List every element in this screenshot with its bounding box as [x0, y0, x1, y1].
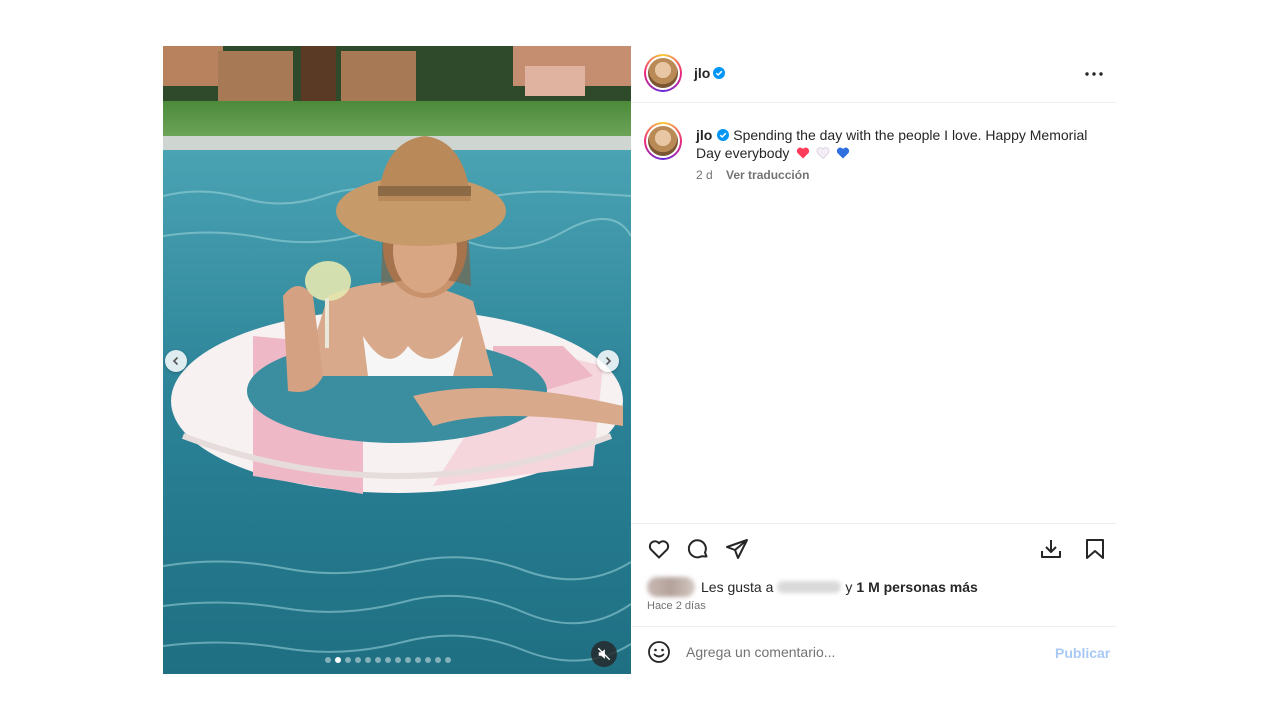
likes-prefix: Les gusta a — [701, 579, 774, 595]
caption-avatar[interactable] — [644, 122, 682, 160]
carousel-dot — [425, 657, 431, 663]
heart-white-icon — [816, 147, 830, 160]
share-icon — [726, 539, 748, 559]
profile-picture — [648, 126, 678, 156]
mute-toggle-button[interactable] — [591, 641, 617, 667]
carousel-dot — [345, 657, 351, 663]
post-age: 2 d — [696, 168, 713, 182]
carousel-indicator — [325, 657, 451, 663]
chevron-left-icon — [172, 356, 179, 366]
post-caption: jlo Spending the day with the people I l… — [696, 126, 1111, 162]
see-translation-link[interactable]: Ver traducción — [726, 168, 809, 182]
likes-summary[interactable]: Les gusta a y 1 M personas más — [647, 577, 978, 597]
divider — [631, 523, 1116, 524]
more-icon — [1085, 72, 1103, 76]
comment-composer: Publicar — [631, 626, 1116, 674]
carousel-dot — [415, 657, 421, 663]
heart-icon — [648, 540, 670, 559]
bookmark-icon — [1086, 539, 1104, 559]
post-header: jlo — [631, 46, 1116, 103]
verified-icon — [717, 129, 730, 141]
caption-text: Spending the day with the people I love.… — [696, 127, 1088, 161]
more-options-button[interactable] — [1083, 64, 1105, 84]
heart-red-icon — [797, 147, 810, 159]
caption-username[interactable]: jlo — [696, 127, 712, 143]
emoji-icon[interactable] — [647, 640, 671, 664]
comment-button[interactable] — [685, 536, 711, 562]
likes-conjunction: y — [845, 579, 853, 595]
carousel-dot — [355, 657, 361, 663]
carousel-dot — [375, 657, 381, 663]
caption-meta: 2 d Ver traducción — [696, 168, 809, 182]
like-button[interactable] — [646, 536, 672, 562]
chevron-right-icon — [605, 356, 612, 366]
avatar[interactable] — [644, 54, 682, 92]
carousel-dot — [445, 657, 451, 663]
save-button[interactable] — [1082, 536, 1108, 562]
comment-input[interactable] — [686, 641, 1046, 663]
mute-icon — [597, 647, 611, 661]
post-timestamp: Hace 2 días — [647, 600, 706, 612]
carousel-dot — [365, 657, 371, 663]
carousel-dot — [335, 657, 341, 663]
liker-avatars — [647, 577, 695, 597]
author-username[interactable]: jlo — [694, 65, 726, 81]
share-button[interactable] — [724, 536, 750, 562]
heart-blue-icon — [836, 147, 850, 159]
liker-name[interactable] — [777, 581, 842, 593]
carousel-dot — [385, 657, 391, 663]
carousel-dot — [325, 657, 331, 663]
comment-icon — [687, 539, 708, 559]
download-button[interactable] — [1038, 536, 1064, 562]
post-media[interactable] — [163, 46, 631, 674]
next-slide-button[interactable] — [597, 350, 619, 372]
post-photo — [163, 46, 631, 674]
carousel-dot — [405, 657, 411, 663]
post-side-panel: jlo jlo Spending the day with the people… — [631, 46, 1116, 674]
publish-comment-button[interactable]: Publicar — [1055, 645, 1110, 661]
carousel-dot — [435, 657, 441, 663]
profile-picture — [648, 58, 678, 88]
download-icon — [1041, 540, 1061, 558]
carousel-dot — [395, 657, 401, 663]
previous-slide-button[interactable] — [165, 350, 187, 372]
likes-count[interactable]: 1 M personas más — [856, 579, 977, 595]
verified-icon — [713, 67, 726, 79]
